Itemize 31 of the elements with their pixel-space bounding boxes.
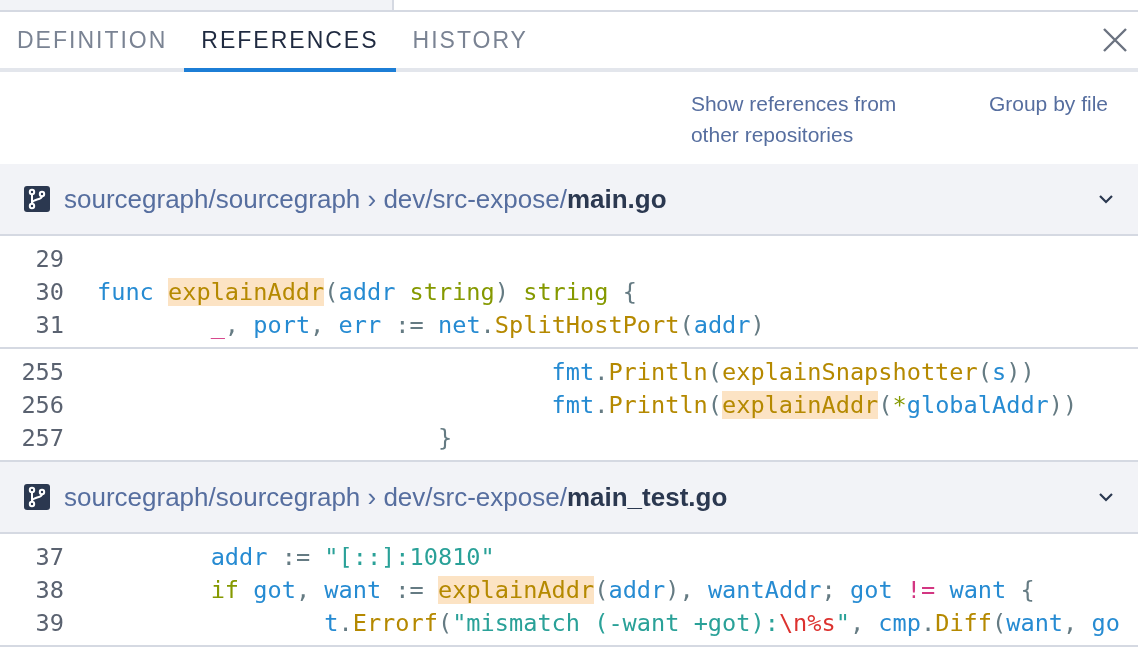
line-number: 255 <box>20 357 64 386</box>
line-number: 39 <box>34 608 64 637</box>
code-line: _, port, err := net.SplitHostPort(addr) <box>209 310 765 339</box>
line-number: 30 <box>34 277 64 306</box>
line-number: 31 <box>34 310 64 339</box>
chevron-icon[interactable] <box>1098 194 1114 204</box>
line-number: 29 <box>34 244 64 273</box>
panel-tab[interactable]: DEFINITION <box>0 12 185 72</box>
file-path-link[interactable]: sourcegraph/sourcegraph › dev/src-expose/main.go <box>64 183 667 215</box>
line-number: 37 <box>34 542 64 571</box>
code-line: if got, want := explainAddr(addr), wantAddr; got != want { <box>209 575 1035 604</box>
line-number: 256 <box>20 390 64 419</box>
line-number: 257 <box>20 423 64 452</box>
repository-icon <box>24 186 50 212</box>
file-path-link[interactable]: sourcegraph/sourcegraph › dev/src-expose/main_test.go <box>64 481 728 513</box>
close-icon[interactable] <box>1102 27 1128 53</box>
code-line: fmt.Println(explainSnapshotter(s)) <box>550 357 1035 386</box>
repository-icon <box>24 484 50 510</box>
file-header[interactable]: sourcegraph/sourcegraph › dev/src-expose/main.go <box>0 164 1138 236</box>
code-line: } <box>436 423 453 452</box>
file-header[interactable]: sourcegraph/sourcegraph › dev/src-expose/main_test.go <box>0 462 1138 534</box>
panel-tab[interactable]: HISTORY <box>395 12 545 72</box>
code-line: addr := "[::]:10810" <box>209 542 495 571</box>
panel-tab[interactable]: REFERENCES <box>184 12 396 72</box>
chevron-icon[interactable] <box>1098 492 1114 502</box>
code-line: t.Errorf("mismatch (-want +got):\n%s", cmp.Diff(want, go <box>323 608 1120 637</box>
code-line: fmt.Println(explainAddr(*globalAddr)) <box>550 390 1078 419</box>
option-link[interactable]: Group by file <box>988 88 1108 148</box>
code-line: func explainAddr(addr string) string { <box>97 277 637 306</box>
option-link[interactable]: Show references from other repositories <box>690 88 929 148</box>
line-number: 38 <box>34 575 64 604</box>
